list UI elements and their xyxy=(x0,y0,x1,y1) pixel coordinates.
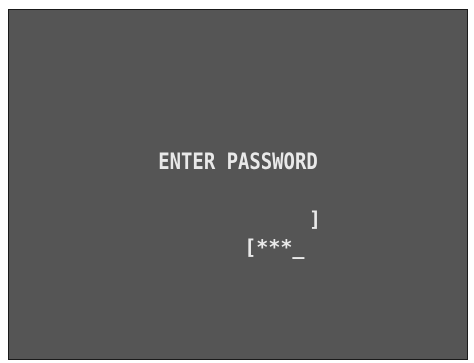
password-prompt-label: ENTER PASSWORD xyxy=(158,150,318,175)
password-field-open-bracket: [ xyxy=(244,235,257,259)
password-masked-value: *** xyxy=(256,235,293,259)
window-frame: ENTER PASSWORD [***_ ] xyxy=(0,0,474,363)
text-cursor: _ xyxy=(292,235,305,259)
password-input[interactable]: [***_ ] xyxy=(172,205,321,259)
password-screen: ENTER PASSWORD [***_ ] xyxy=(8,9,468,360)
password-field-close-bracket: ] xyxy=(309,207,322,231)
